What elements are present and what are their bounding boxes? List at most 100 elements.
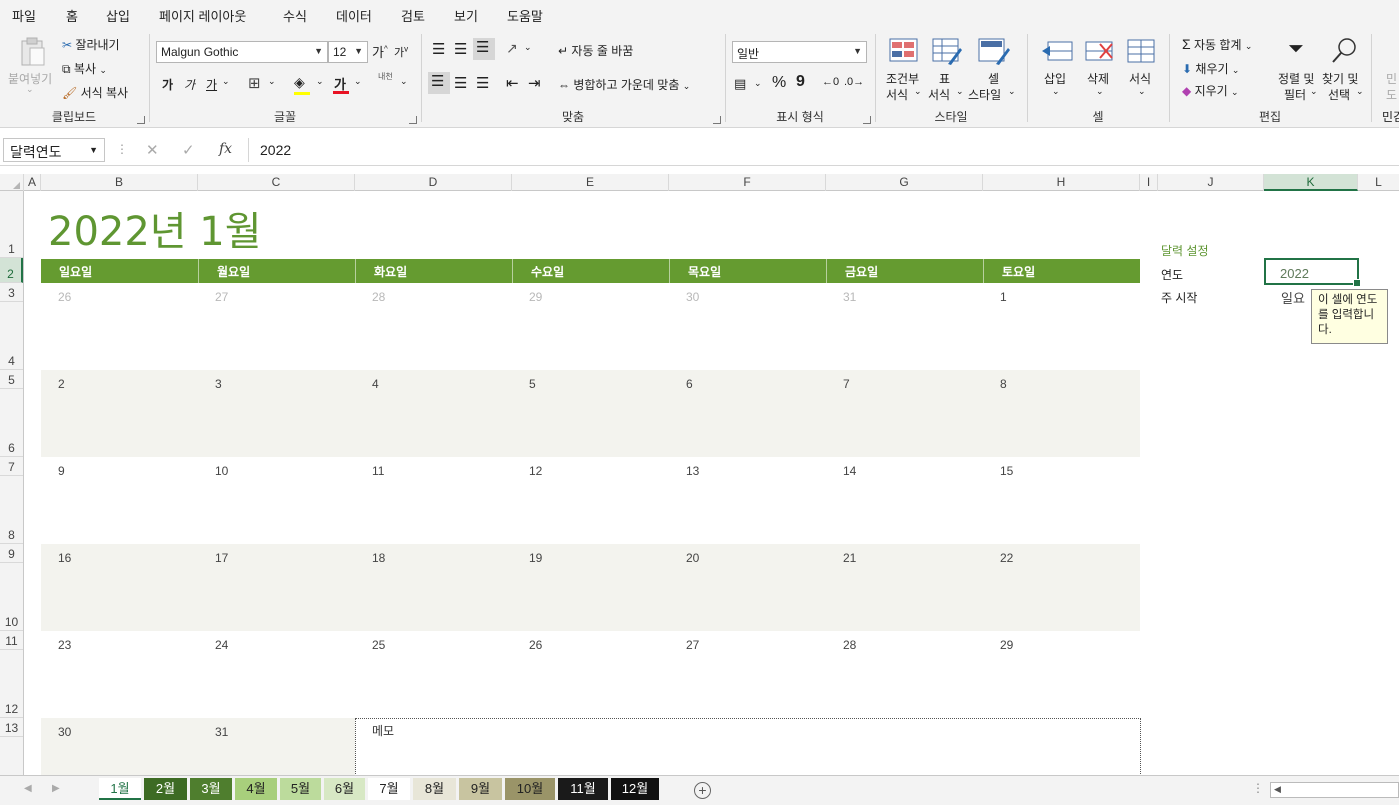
menu-tab-insert[interactable]: 삽입 (106, 6, 130, 25)
day-number[interactable]: 6 (686, 377, 693, 391)
font-color-button[interactable]: 가 (333, 74, 349, 94)
row-header[interactable]: 13 (0, 718, 23, 737)
day-number[interactable]: 27 (215, 290, 228, 304)
sheet-tab[interactable]: 9월 (459, 778, 502, 800)
day-number[interactable]: 13 (686, 464, 699, 478)
day-number[interactable]: 4 (372, 377, 379, 391)
increase-indent-icon[interactable]: ⇥ (528, 74, 541, 92)
dialog-launcher-icon[interactable] (713, 116, 721, 124)
dialog-launcher-icon[interactable] (409, 116, 417, 124)
column-header[interactable]: F (669, 174, 826, 191)
week-start-cell[interactable]: 일요 (1281, 288, 1305, 307)
sheet-tab[interactable]: 2월 (144, 778, 187, 800)
day-number[interactable]: 29 (1000, 638, 1013, 652)
day-number[interactable]: 7 (843, 377, 850, 391)
day-number[interactable]: 15 (1000, 464, 1013, 478)
column-header[interactable]: E (512, 174, 669, 191)
day-number[interactable]: 11 (372, 464, 384, 478)
row-header[interactable]: 4 (0, 302, 23, 370)
increase-decimal-icon[interactable]: ←0 (822, 76, 839, 88)
grow-font-button[interactable]: 가^ (372, 42, 388, 61)
menu-tab-file[interactable]: 파일 (12, 6, 36, 25)
row-header[interactable]: 9 (0, 544, 23, 563)
scroll-tabs-right-icon[interactable]: ▶ (52, 783, 60, 794)
copy-button[interactable]: ⧉ 복사 ⌄ (62, 60, 107, 77)
find-select-button[interactable]: 찾기 및 선택 ⌄ (1322, 36, 1368, 102)
clear-button[interactable]: ◆ 지우기 ⌄ (1182, 82, 1239, 99)
menu-tab-page-layout[interactable]: 페이지 레이아웃 (159, 6, 246, 25)
day-number[interactable]: 14 (843, 464, 856, 478)
font-name-select[interactable]: Malgun Gothic ▼ (156, 41, 328, 63)
day-number[interactable]: 31 (215, 725, 228, 739)
column-header[interactable]: I (1140, 174, 1158, 191)
sheet-tab[interactable]: 10월 (505, 778, 555, 800)
worksheet[interactable]: 2022년 1월 일요일 월요일 화요일 수요일 목요일 금요일 토요일 26 … (24, 191, 1399, 775)
row-header[interactable]: 11 (0, 631, 23, 650)
day-number[interactable]: 20 (686, 551, 699, 565)
autosum-button[interactable]: Σ 자동 합계 ⌄ (1182, 36, 1252, 53)
row-header[interactable]: 6 (0, 389, 23, 457)
chevron-down-icon[interactable]: ⌄ (222, 76, 230, 87)
row-header[interactable]: 7 (0, 457, 23, 476)
fill-button[interactable]: ⬇ 채우기 ⌄ (1182, 60, 1239, 77)
day-number[interactable]: 25 (372, 638, 385, 652)
scroll-left-icon[interactable]: ◀ (1274, 784, 1281, 795)
paste-button[interactable]: 붙여넣기 ⌄ (6, 34, 58, 98)
decrease-indent-icon[interactable]: ⇤ (506, 74, 519, 92)
day-number[interactable]: 8 (1000, 377, 1007, 391)
align-right-icon[interactable]: ☰ (476, 74, 489, 92)
bold-button[interactable]: 가 (162, 76, 173, 93)
border-icon[interactable]: ⊞ (248, 74, 261, 92)
sensitivity-button[interactable]: 민 (1386, 70, 1397, 87)
comma-button[interactable]: 9 (796, 73, 805, 91)
cut-button[interactable]: ✂ 잘라내기 (62, 36, 120, 53)
format-as-table-button[interactable]: 표 서식 ⌄ (928, 36, 968, 102)
sheet-tab[interactable]: 4월 (235, 778, 277, 800)
sheet-tab[interactable]: 12월 (611, 778, 659, 800)
scroll-tabs-left-icon[interactable]: ◀ (24, 783, 32, 794)
wrap-text-button[interactable]: ↵ 자동 줄 바꿈 (558, 42, 633, 59)
chevron-down-icon[interactable]: ⌄ (316, 76, 324, 87)
memo-box[interactable]: 메모 (355, 718, 1141, 775)
column-header[interactable]: A (24, 174, 41, 191)
percent-button[interactable]: % (772, 74, 786, 92)
enter-icon[interactable]: ✓ (182, 141, 195, 159)
add-sheet-icon[interactable]: + (694, 782, 711, 799)
sheet-tab[interactable]: 6월 (324, 778, 365, 800)
day-number[interactable]: 28 (843, 638, 856, 652)
cell-styles-button[interactable]: 셀 스타일 ⌄ (968, 36, 1020, 102)
delete-cells-button[interactable]: 삭제 ⌄ (1084, 36, 1120, 102)
merge-center-button[interactable]: ⇔ 병합하고 가운데 맞춤 ⌄ (558, 76, 690, 93)
align-center-icon[interactable]: ☰ (454, 74, 467, 92)
column-header[interactable]: C (198, 174, 355, 191)
format-painter-button[interactable]: 🖌 서식 복사 (62, 84, 128, 101)
cancel-icon[interactable]: ✕ (146, 141, 159, 159)
column-header[interactable]: B (41, 174, 198, 191)
menu-tab-help[interactable]: 도움말 (507, 6, 543, 25)
row-header[interactable]: 5 (0, 370, 23, 389)
dialog-launcher-icon[interactable] (137, 116, 145, 124)
sheet-tab[interactable]: 7월 (368, 778, 410, 800)
dialog-launcher-icon[interactable] (863, 116, 871, 124)
format-cells-button[interactable]: 서식 ⌄ (1126, 36, 1162, 102)
day-number[interactable]: 10 (215, 464, 228, 478)
menu-tab-formulas[interactable]: 수식 (283, 6, 307, 25)
currency-icon[interactable]: ▤ (734, 76, 746, 92)
row-header[interactable]: 3 (0, 283, 23, 302)
font-size-select[interactable]: 12 ▼ (328, 41, 368, 63)
day-number[interactable]: 19 (529, 551, 542, 565)
day-number[interactable]: 3 (215, 377, 222, 391)
underline-button[interactable]: 가 (206, 76, 217, 93)
day-number[interactable]: 12 (529, 464, 542, 478)
day-number[interactable]: 5 (529, 377, 536, 391)
fill-color-icon[interactable]: ◈ (294, 74, 310, 95)
day-number[interactable]: 23 (58, 638, 71, 652)
italic-button[interactable]: 가 (184, 76, 195, 93)
day-number[interactable]: 29 (529, 290, 542, 304)
sheet-tab[interactable]: 5월 (280, 778, 321, 800)
orientation-icon[interactable]: ↗ (506, 40, 518, 57)
chevron-down-icon[interactable]: ⌄ (400, 76, 408, 87)
day-number[interactable]: 2 (58, 377, 65, 391)
conditional-format-button[interactable]: 조건부 서식 ⌄ (884, 36, 924, 102)
number-format-select[interactable]: 일반 ▼ (732, 41, 867, 63)
